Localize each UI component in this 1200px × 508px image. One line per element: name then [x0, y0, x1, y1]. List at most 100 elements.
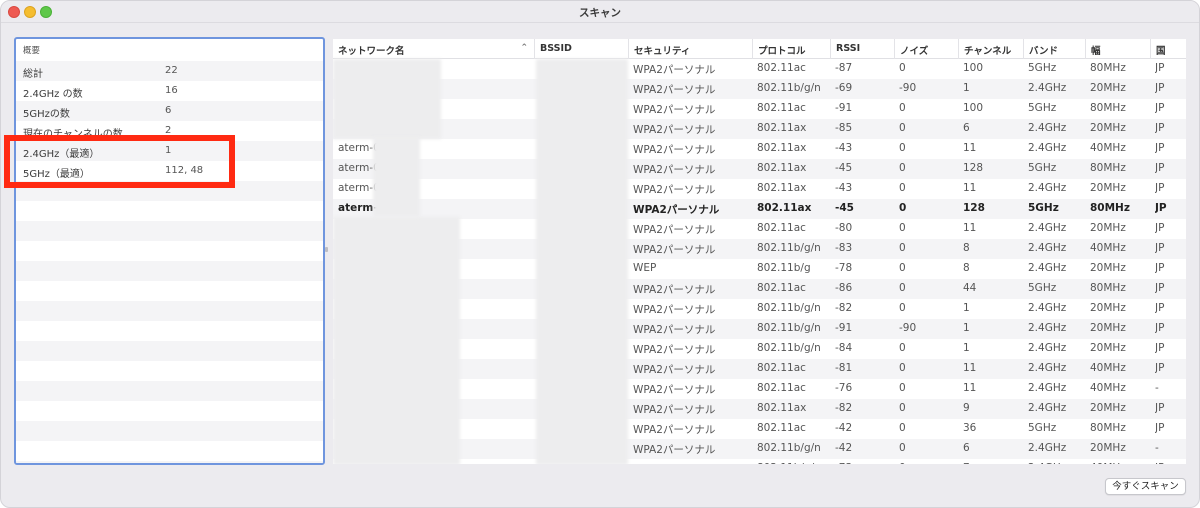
security-cell: WPA2パーソナル — [633, 462, 749, 464]
table-row[interactable]: WPA2パーソナル 802.11ac -42 0 36 5GHz 80MHz JP — [333, 419, 1186, 439]
channel-cell: 1 — [963, 322, 970, 334]
width-cell: 40MHz — [1090, 242, 1126, 254]
table-row[interactable]: WPA2パーソナル 802.11ax -82 0 9 2.4GHz 20MHz JP — [333, 399, 1186, 419]
summary-row[interactable] — [16, 461, 323, 463]
table-row[interactable]: WPA2パーソナル 802.11ac -81 0 11 2.4GHz 40MHz JP — [333, 359, 1186, 379]
summary-row[interactable] — [16, 381, 323, 401]
summary-row[interactable] — [16, 441, 323, 461]
summary-row[interactable] — [16, 401, 323, 421]
summary-row[interactable]: 2.4GHz（最適） 1 — [16, 141, 323, 161]
rssi-cell: -87 — [835, 62, 853, 74]
band-cell: 2.4GHz — [1028, 442, 1067, 454]
table-row[interactable]: WPA2パーソナル 802.11ac -76 0 11 2.4GHz 40MHz - — [333, 379, 1186, 399]
band-cell: 2.4GHz — [1028, 182, 1067, 194]
noise-cell: 0 — [899, 422, 906, 434]
summary-row[interactable] — [16, 261, 323, 281]
country-cell: JP — [1155, 262, 1165, 274]
table-row[interactable]: aterm-0 WPA2パーソナル 802.11ax -43 0 11 2.4GHz 20MH… — [333, 179, 1186, 199]
table-row[interactable]: WEP 802.11b/g -78 0 8 2.4GHz 20MHz JP — [333, 259, 1186, 279]
summary-row[interactable]: 5GHzの数 6 — [16, 101, 323, 121]
summary-row[interactable] — [16, 281, 323, 301]
table-row[interactable]: WPA2パーソナル 802.11b/g/n -73 0 7 2.4GHz 40MHz JP — [333, 459, 1186, 464]
width-cell: 20MHz — [1090, 302, 1126, 314]
col-protocol-header[interactable]: プロトコル — [752, 39, 830, 59]
width-cell: 20MHz — [1090, 342, 1126, 354]
band-cell: 2.4GHz — [1028, 142, 1067, 154]
summary-value: 2 — [165, 125, 172, 136]
table-row[interactable]: WPA2パーソナル 802.11b/g/n -84 0 1 2.4GHz 20MHz JP — [333, 339, 1186, 359]
column-label: ノイズ — [900, 46, 929, 57]
table-row[interactable]: aterm-0 WPA2パーソナル 802.11ax -43 0 11 2.4GHz 40MH… — [333, 139, 1186, 159]
noise-cell: 0 — [899, 282, 906, 294]
col-noise-header[interactable]: ノイズ — [894, 39, 958, 59]
table-row[interactable]: WPA2パーソナル 802.11b/g/n -83 0 8 2.4GHz 40MHz JP — [333, 239, 1186, 259]
table-row[interactable]: aterm-0 WPA2パーソナル 802.11ax -45 0 128 5GHz 80MHz… — [333, 199, 1186, 219]
summary-row[interactable] — [16, 201, 323, 221]
channel-cell: 128 — [963, 162, 984, 174]
table-row[interactable]: WPA2パーソナル 802.11b/g/n -82 0 1 2.4GHz 20MHz JP — [333, 299, 1186, 319]
channel-cell: 1 — [963, 342, 970, 354]
summary-row[interactable] — [16, 181, 323, 201]
rssi-cell: -84 — [835, 342, 853, 354]
band-cell: 5GHz — [1028, 422, 1057, 434]
summary-row[interactable]: 現在のチャンネルの数 2 — [16, 121, 323, 141]
summary-row[interactable] — [16, 321, 323, 341]
rssi-cell: -43 — [835, 142, 853, 154]
summary-row[interactable] — [16, 361, 323, 381]
scan-window: スキャン 概要 総計 22 2.4GHz の数 16 5GHzの数 6 現在のチャンネルの数 2… — [0, 0, 1200, 508]
summary-row[interactable]: 5GHz（最適） 112, 48 — [16, 161, 323, 181]
noise-cell: -90 — [899, 322, 917, 334]
summary-row[interactable] — [16, 241, 323, 261]
table-row[interactable]: WPA2パーソナル 802.11ac -80 0 11 2.4GHz 20MHz JP — [333, 219, 1186, 239]
scan-now-button[interactable]: 今すぐスキャン — [1105, 478, 1186, 495]
band-cell: 2.4GHz — [1028, 262, 1067, 274]
network-table[interactable]: ネットワーク名 ⌃ BSSID セキュリティ プロトコル RSSI ノイズ チャンネル バンド 幅… — [333, 39, 1186, 464]
table-row[interactable]: WPA2パーソナル 802.11ax -85 0 6 2.4GHz 20MHz JP — [333, 119, 1186, 139]
security-cell: WPA2パーソナル — [633, 244, 716, 256]
table-row[interactable]: WPA2パーソナル 802.11ac -91 0 100 5GHz 80MHz JP — [333, 99, 1186, 119]
summary-panel[interactable]: 概要総計 22 2.4GHz の数 16 5GHzの数 6 現在のチャンネルの数 2 2.4GH… — [14, 37, 325, 465]
protocol-cell: 802.11ax — [757, 182, 807, 194]
summary-row[interactable] — [16, 221, 323, 241]
country-cell: JP — [1155, 222, 1165, 234]
col-country-header[interactable]: 国 — [1150, 39, 1186, 59]
col-security-header[interactable]: セキュリティ — [628, 39, 752, 59]
network-name-cell: aterm-0 — [338, 162, 380, 174]
col-band-header[interactable]: バンド — [1023, 39, 1085, 59]
col-width-header[interactable]: 幅 — [1085, 39, 1150, 59]
width-cell: 40MHz — [1090, 462, 1147, 464]
protocol-cell: 802.11b/g/n — [757, 462, 827, 464]
table-row[interactable]: WPA2パーソナル 802.11b/g/n -69 -90 1 2.4GHz 20MHz JP — [333, 79, 1186, 99]
band-cell: 2.4GHz — [1028, 122, 1067, 134]
col-network-name-header[interactable]: ネットワーク名 ⌃ — [333, 39, 534, 59]
summary-row[interactable] — [16, 421, 323, 441]
summary-row[interactable] — [16, 341, 323, 361]
channel-cell: 44 — [963, 282, 977, 294]
protocol-cell: 802.11b/g/n — [757, 242, 821, 254]
summary-row[interactable]: 2.4GHz の数 16 — [16, 81, 323, 101]
summary-row[interactable] — [16, 301, 323, 321]
col-rssi-header[interactable]: RSSI — [830, 39, 894, 59]
noise-cell: 0 — [899, 462, 955, 464]
width-cell: 80MHz — [1090, 282, 1126, 294]
table-row[interactable]: WPA2パーソナル 802.11ac -86 0 44 5GHz 80MHz JP — [333, 279, 1186, 299]
chevron-up-icon: ⌃ — [520, 43, 528, 53]
protocol-cell: 802.11ac — [757, 102, 806, 114]
table-row[interactable]: aterm-0 WPA2パーソナル 802.11ax -45 0 128 5GHz 80MHz… — [333, 159, 1186, 179]
summary-header-label: 概要 — [23, 46, 41, 56]
table-header: ネットワーク名 ⌃ BSSID セキュリティ プロトコル RSSI ノイズ チャンネル バンド 幅… — [333, 39, 1186, 59]
channel-cell: 8 — [963, 262, 970, 274]
table-row[interactable]: WPA2パーソナル 802.11ac -87 0 100 5GHz 80MHz JP — [333, 59, 1186, 79]
table-row[interactable]: WPA2パーソナル 802.11b/g/n -42 0 6 2.4GHz 20MHz - — [333, 439, 1186, 459]
protocol-cell: 802.11ac — [757, 362, 806, 374]
summary-label: 総計 — [23, 69, 43, 80]
band-cell: 2.4GHz — [1028, 462, 1082, 464]
summary-row[interactable]: 総計 22 — [16, 61, 323, 81]
splitter-handle[interactable] — [325, 247, 328, 252]
col-bssid-header[interactable]: BSSID — [534, 39, 628, 59]
noise-cell: 0 — [899, 182, 906, 194]
noise-cell: 0 — [899, 302, 906, 314]
col-channel-header[interactable]: チャンネル — [958, 39, 1023, 59]
table-row[interactable]: WPA2パーソナル 802.11b/g/n -91 -90 1 2.4GHz 20MHz JP — [333, 319, 1186, 339]
country-cell: JP — [1155, 462, 1183, 464]
